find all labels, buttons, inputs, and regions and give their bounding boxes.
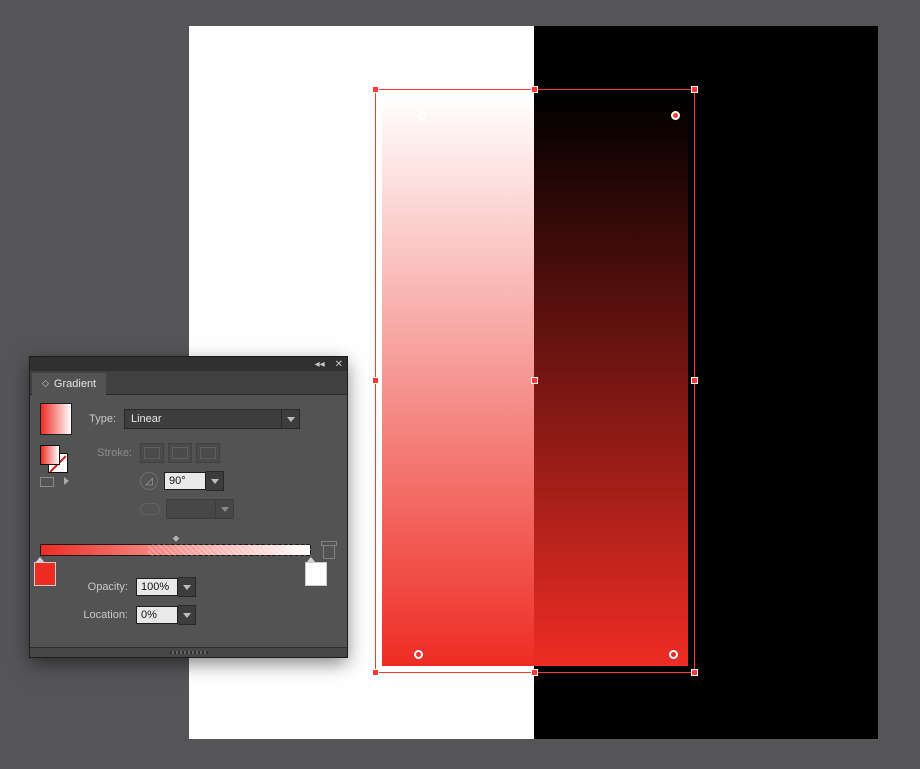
aspect-row <box>80 499 337 519</box>
stroke-align-outside[interactable] <box>196 443 220 463</box>
stroke-angle-stack: Stroke: ◿ <box>80 443 337 527</box>
type-dropdown-button[interactable] <box>281 410 299 428</box>
chevron-down-icon <box>287 417 295 422</box>
gradient-midpoint-diamond[interactable] <box>171 534 181 544</box>
tab-gradient[interactable]: ◇ Gradient <box>32 373 106 395</box>
chevron-down-icon <box>211 479 219 484</box>
type-field: Type: Linear <box>78 409 300 429</box>
delete-stop-icon[interactable] <box>321 541 337 559</box>
opacity-input[interactable] <box>136 578 178 596</box>
angle-dropdown-button[interactable] <box>206 471 224 491</box>
stroke-align-center[interactable] <box>168 443 192 463</box>
panel-collapse-icon[interactable]: ◂◂ <box>315 359 325 370</box>
type-combo[interactable]: Linear <box>124 409 300 429</box>
location-label: Location: <box>40 609 136 621</box>
type-value: Linear <box>125 413 168 425</box>
gradient-slider[interactable] <box>40 541 311 559</box>
location-field[interactable] <box>136 605 196 625</box>
aspect-dropdown-button[interactable] <box>215 500 233 518</box>
panel-tabstrip: ◇ Gradient <box>30 371 347 395</box>
stroke-align-inside[interactable] <box>140 443 164 463</box>
opacity-dropdown-button[interactable] <box>178 577 196 597</box>
gradient-stop-end[interactable] <box>305 557 317 572</box>
chevron-down-icon <box>183 613 191 618</box>
chevron-down-icon <box>221 507 229 512</box>
location-row: Location: <box>40 605 337 625</box>
gradient-slider-row <box>40 541 337 559</box>
gradient-panel[interactable]: ◂◂ ✕ ◇ Gradient Type: Linear <box>30 357 347 657</box>
panel-resize-grip[interactable] <box>30 647 347 657</box>
aspect-ratio-icon <box>140 503 160 515</box>
tab-sort-icon: ◇ <box>42 378 49 389</box>
stroke-row: Stroke: <box>80 443 337 463</box>
angle-row: ◿ <box>80 471 337 491</box>
grip-icon <box>170 651 208 654</box>
row-type: Type: Linear <box>40 403 337 435</box>
panel-titlebar[interactable]: ◂◂ ✕ <box>30 357 347 371</box>
layout-option-expand[interactable] <box>60 477 74 487</box>
stroke-label: Stroke: <box>80 447 140 459</box>
stroke-align-segment <box>140 443 220 463</box>
fill-stroke-proxy[interactable] <box>40 445 68 473</box>
panel-body: Type: Linear <box>30 395 347 647</box>
gradient-slider-opacity-overlay <box>148 544 311 556</box>
opacity-row: Opacity: <box>40 577 337 597</box>
location-input[interactable] <box>136 606 178 624</box>
angle-field[interactable] <box>164 471 224 491</box>
chevron-down-icon <box>183 585 191 590</box>
row-stroke-angle: Stroke: ◿ <box>40 443 337 527</box>
fill-stroke-column <box>40 443 80 487</box>
panel-layout-toggles <box>40 477 80 487</box>
gradient-stop-start[interactable] <box>34 557 46 572</box>
tab-gradient-label: Gradient <box>54 378 96 390</box>
selected-gradient-shape[interactable] <box>382 96 688 666</box>
gradient-preview-swatch[interactable] <box>40 403 72 435</box>
location-dropdown-button[interactable] <box>178 605 196 625</box>
panel-close-icon[interactable]: ✕ <box>335 359 343 370</box>
type-label: Type: <box>78 413 124 425</box>
opacity-field[interactable] <box>136 577 196 597</box>
angle-input[interactable] <box>164 472 206 490</box>
fill-swatch-gradient[interactable] <box>40 445 60 465</box>
layout-option-a[interactable] <box>40 477 54 487</box>
angle-icon: ◿ <box>140 472 158 490</box>
aspect-combo[interactable] <box>166 499 234 519</box>
